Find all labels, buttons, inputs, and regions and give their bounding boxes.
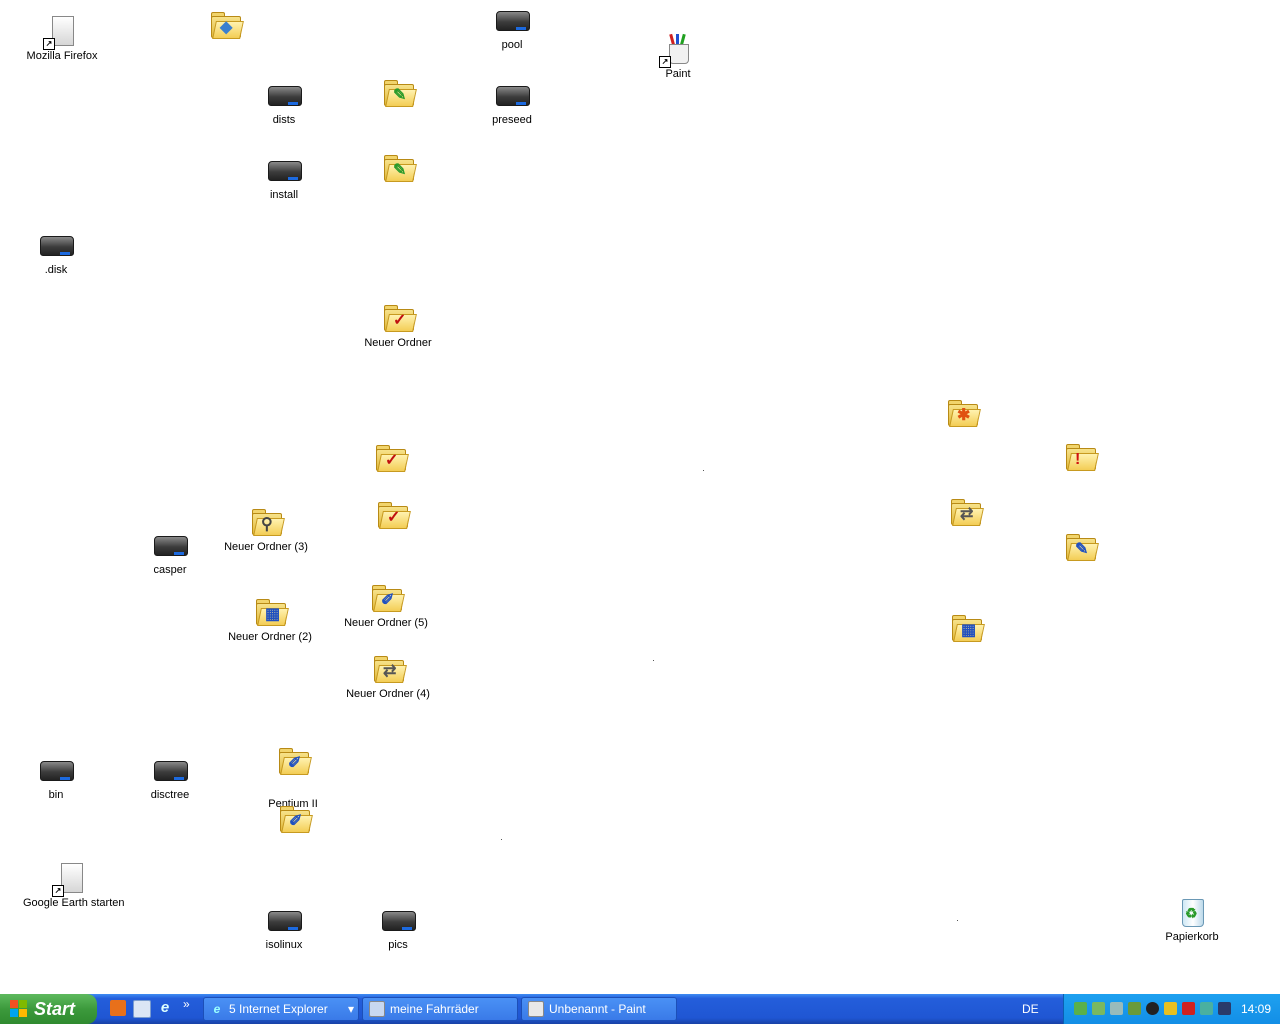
- language-indicator[interactable]: DE: [1022, 1002, 1039, 1016]
- drive-casper[interactable]: casper: [122, 528, 218, 577]
- folder-pentium-ii[interactable]: ✐ Pentium II: [245, 744, 341, 811]
- folder-neuer-ordner-5[interactable]: ✐ Neuer Ordner (5): [338, 581, 434, 630]
- tray-audio-icon[interactable]: [1110, 1002, 1123, 1015]
- drive-icon: [495, 3, 530, 37]
- tray-media-icon[interactable]: [1146, 1002, 1159, 1015]
- tray-app-icon[interactable]: [1092, 1002, 1105, 1015]
- drive-disctree[interactable]: disctree: [122, 753, 218, 802]
- folder-check-icon: ✓: [373, 441, 409, 475]
- tray-network-icon[interactable]: [1074, 1002, 1087, 1015]
- folder-window-icon: [369, 1001, 385, 1017]
- folder-neuer-ordner-2[interactable]: ▦ Neuer Ordner (2): [222, 595, 318, 644]
- quicklaunch-more-button[interactable]: »: [183, 997, 190, 1011]
- folder-network-icon: ⇄: [948, 495, 984, 529]
- drive-install[interactable]: install: [236, 153, 332, 202]
- folder-neuer-ordner-3[interactable]: ⚲ Neuer Ordner (3): [218, 505, 314, 554]
- drive-icon: [39, 753, 74, 787]
- drive-bin[interactable]: bin: [8, 753, 104, 802]
- firefox-shortcut-icon: ↗: [43, 14, 79, 50]
- folder-network-icon: ⇄: [371, 652, 407, 686]
- folder-unnamed[interactable]: ✎: [350, 76, 446, 110]
- task-internet-explorer[interactable]: e 5 Internet Explorer ▾: [203, 997, 359, 1021]
- tray-security-icon[interactable]: [1164, 1002, 1177, 1015]
- folder-check-icon: ✓: [381, 301, 417, 335]
- system-tray: 14:09: [1063, 994, 1280, 1024]
- recycle-bin[interactable]: ♻ Papierkorb: [1144, 895, 1240, 944]
- paint-shortcut[interactable]: ↗ Paint: [630, 32, 726, 81]
- start-label: Start: [34, 998, 76, 1019]
- folder-unnamed[interactable]: ✓: [344, 498, 440, 532]
- folder-unnamed[interactable]: ✎: [1032, 530, 1128, 564]
- quicklaunch-ie-icon[interactable]: e: [157, 1000, 173, 1016]
- paint-icon: [528, 1001, 544, 1017]
- drive-preseed[interactable]: preseed: [464, 78, 560, 127]
- folder-unnamed[interactable]: ✎: [350, 151, 446, 185]
- tray-antivirus-icon[interactable]: [1182, 1002, 1195, 1015]
- folder-unnamed[interactable]: ✐: [246, 802, 342, 836]
- folder-error-icon: !: [1063, 440, 1099, 474]
- task-meine-fahrraeder[interactable]: meine Fahrräder: [362, 997, 518, 1021]
- drive-pool[interactable]: pool: [464, 3, 560, 52]
- folder-unnamed[interactable]: ⇄: [917, 495, 1013, 529]
- folder-unnamed[interactable]: ◆: [177, 8, 273, 42]
- drive-icon: [153, 753, 188, 787]
- pixel-dot: [653, 660, 654, 661]
- folder-neuer-ordner-4[interactable]: ⇄ Neuer Ordner (4): [340, 652, 436, 701]
- quicklaunch-media-icon[interactable]: [110, 1000, 126, 1016]
- pixel-dot: [957, 920, 958, 921]
- taskbar: Start e » e 5 Internet Explorer ▾ meine …: [0, 994, 1280, 1024]
- drive-icon: [39, 228, 74, 262]
- folder-pen-icon: ✐: [276, 744, 312, 778]
- drive-icon: [153, 528, 188, 562]
- folder-green-icon: ✎: [381, 76, 417, 110]
- drive-icon: [267, 153, 302, 187]
- chevron-down-icon: ▾: [347, 1002, 354, 1016]
- folder-unnamed[interactable]: ✓: [342, 441, 438, 475]
- drive-icon: [495, 78, 530, 112]
- tray-monitor-icon[interactable]: [1218, 1002, 1231, 1015]
- task-paint[interactable]: Unbenannt - Paint: [521, 997, 677, 1021]
- drive-icon: [381, 903, 416, 937]
- tray-connection-icon[interactable]: [1200, 1002, 1213, 1015]
- folder-check-icon: ✓: [375, 498, 411, 532]
- folder-star-icon: ✱: [945, 396, 981, 430]
- drive-icon: [267, 78, 302, 112]
- paint-icon: ↗: [659, 32, 695, 68]
- folder-pen-icon: ✐: [277, 802, 313, 836]
- folder-search-icon: ⚲: [249, 505, 285, 539]
- google-earth-shortcut-icon: ↗: [52, 861, 88, 897]
- folder-unnamed[interactable]: !: [1032, 440, 1128, 474]
- pixel-dot: [501, 839, 502, 840]
- folder-grid-icon: ▦: [949, 611, 985, 645]
- folder-grid-icon: ▦: [253, 595, 289, 629]
- folder-green-icon: ✎: [381, 151, 417, 185]
- firefox-shortcut[interactable]: ↗ Mozilla Firefox: [14, 14, 110, 63]
- pixel-dot: [703, 470, 704, 471]
- drive-dists[interactable]: dists: [236, 78, 332, 127]
- start-button[interactable]: Start: [0, 994, 97, 1024]
- quicklaunch-desktop-icon[interactable]: [133, 1000, 151, 1018]
- folder-unnamed[interactable]: ▦: [918, 611, 1014, 645]
- clock[interactable]: 14:09: [1241, 1002, 1271, 1016]
- google-earth-shortcut[interactable]: ↗ Google Earth starten: [23, 861, 125, 910]
- recycle-bin-icon: ♻: [1175, 895, 1209, 929]
- folder-neuer-ordner[interactable]: ✓ Neuer Ordner: [350, 301, 446, 350]
- folder-edit-icon: ✎: [1063, 530, 1099, 564]
- drive-isolinux[interactable]: isolinux: [236, 903, 332, 952]
- tray-update-icon[interactable]: [1128, 1002, 1141, 1015]
- drive-disk[interactable]: .disk: [8, 228, 104, 277]
- drive-pics[interactable]: pics: [350, 903, 446, 952]
- folder-unnamed[interactable]: ✱: [914, 396, 1010, 430]
- ie-icon: e: [213, 1002, 221, 1016]
- drive-icon: [267, 903, 302, 937]
- windows-logo-icon: [10, 1000, 28, 1018]
- folder-blue-icon: ◆: [208, 8, 244, 42]
- folder-pen-icon: ✐: [369, 581, 405, 615]
